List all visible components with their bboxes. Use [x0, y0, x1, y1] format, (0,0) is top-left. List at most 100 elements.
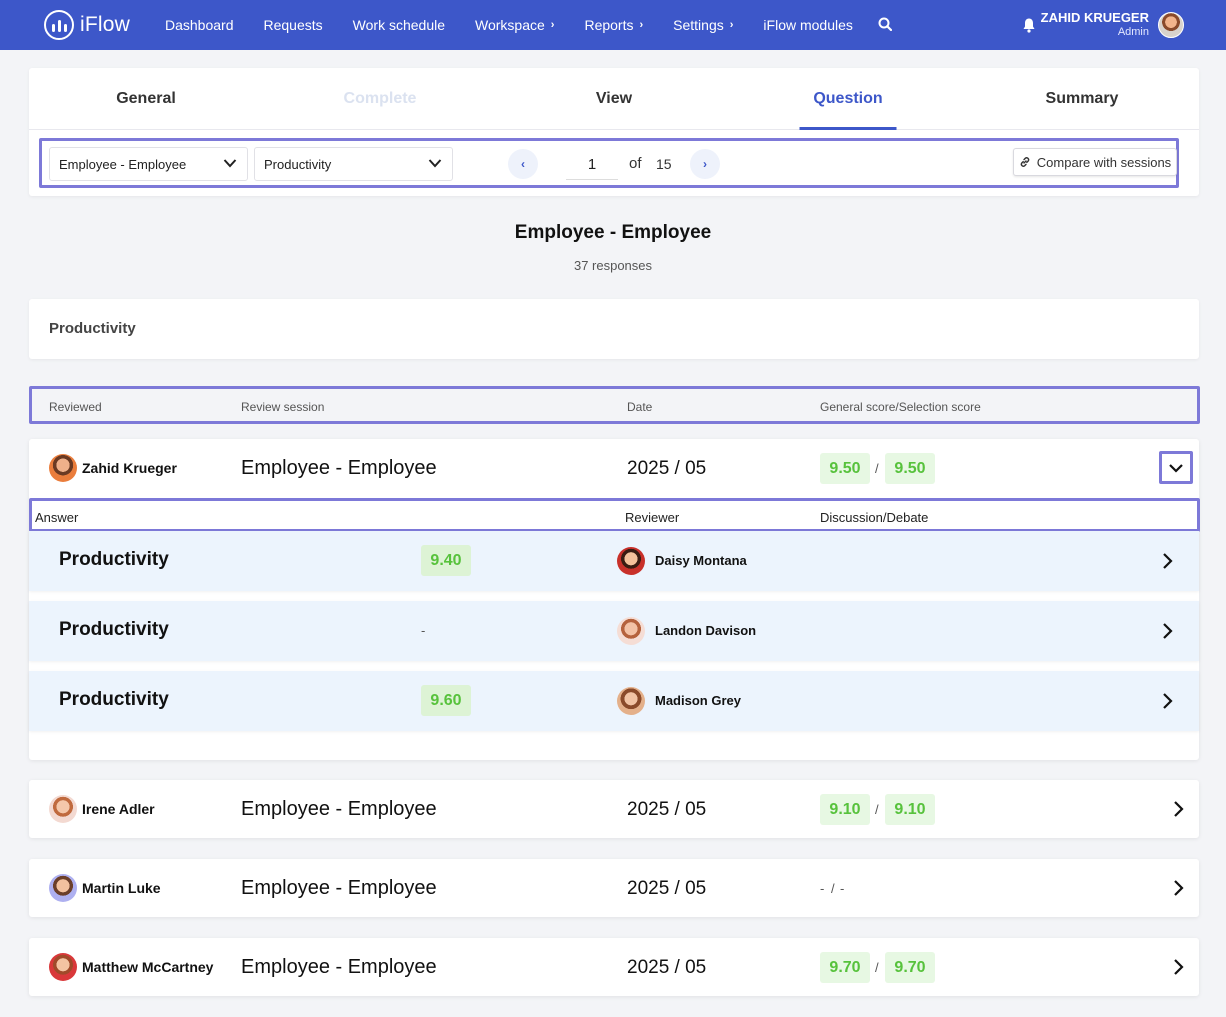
reviewed-name: Martin Luke [82, 880, 161, 896]
nav-requests[interactable]: Requests [264, 17, 323, 33]
table-row[interactable]: Irene Adler Employee - Employee 2025 / 0… [29, 780, 1199, 838]
general-score-badge: 9.50 [820, 453, 870, 484]
answers-header: Answer Reviewer Discussion/Debate [29, 498, 1200, 532]
reviewer-name: Landon Davison [655, 623, 757, 638]
answer-label: Productivity [59, 689, 169, 710]
main-nav: Dashboard Requests Work schedule Workspa… [165, 0, 883, 50]
nav-iflow-modules[interactable]: iFlow modules [763, 17, 852, 33]
avatar [49, 454, 77, 482]
tab-summary[interactable]: Summary [965, 68, 1199, 129]
page-total: 15 [656, 156, 672, 172]
chevron-right-icon: › [703, 157, 707, 171]
question-select[interactable]: Productivity [254, 147, 453, 181]
tabs-card: General Complete View Question Summary E… [29, 68, 1199, 196]
nav-label: Dashboard [165, 17, 234, 33]
score-separator: / [875, 802, 879, 817]
compare-label: Compare with sessions [1036, 154, 1172, 170]
question-toolbar: Employee - Employee Productivity ‹ of 15… [39, 138, 1179, 188]
column-reviewed: Reviewed [49, 400, 102, 414]
collapse-row-button[interactable] [1159, 451, 1193, 484]
nav-label: Work schedule [352, 17, 445, 33]
column-answer: Answer [35, 510, 79, 525]
tab-view[interactable]: View [497, 68, 731, 129]
session-select-value: Employee - Employee [59, 156, 187, 172]
nav-work-schedule[interactable]: Work schedule [353, 17, 445, 33]
reviewer-name: Madison Grey [655, 693, 741, 708]
general-score-badge: 9.70 [820, 952, 870, 983]
chevron-down-icon [428, 159, 442, 168]
chevron-right-icon: › [550, 19, 555, 31]
answer-score-badge: 9.40 [421, 545, 471, 576]
tab-bar: General Complete View Question Summary [29, 68, 1199, 130]
column-review-session: Review session [241, 400, 325, 414]
logo-icon [44, 10, 74, 40]
user-avatar[interactable] [1158, 12, 1184, 38]
column-score: General score/Selection score [820, 400, 981, 414]
selection-score-empty: - [840, 881, 845, 896]
chevron-right-icon [1163, 553, 1173, 569]
nav-dashboard[interactable]: Dashboard [165, 17, 234, 33]
score-separator: / [831, 881, 835, 896]
nav-label: Reports [584, 17, 634, 33]
session-select[interactable]: Employee - Employee [49, 147, 248, 181]
reviewed-name: Zahid Krueger [82, 460, 177, 476]
user-menu[interactable]: ZAHID KRUEGER Admin [1041, 10, 1149, 40]
nav-reports[interactable]: Reports › [584, 17, 643, 33]
table-row[interactable]: Matthew McCartney Employee - Employee 20… [29, 938, 1199, 996]
selection-score-badge: 9.10 [885, 794, 935, 825]
compare-with-sessions-button[interactable]: Compare with sessions [1013, 148, 1177, 176]
chevron-down-icon [223, 159, 237, 168]
link-icon [1020, 157, 1030, 167]
page-of-label: of [629, 155, 642, 172]
app-logo[interactable]: iFlow [44, 10, 130, 40]
nav-settings[interactable]: Settings › [673, 17, 733, 33]
chevron-right-icon[interactable] [1171, 879, 1185, 897]
score-separator: / [875, 461, 879, 476]
chevron-down-icon [1169, 463, 1183, 473]
user-name: ZAHID KRUEGER [1040, 10, 1149, 25]
nav-label: Settings [673, 17, 724, 33]
review-date: 2025 / 05 [627, 878, 707, 899]
chevron-right-icon: › [639, 19, 644, 31]
answer-row[interactable]: Productivity 9.40 Daisy Montana [29, 531, 1199, 591]
selection-score-badge: 9.50 [885, 453, 935, 484]
table-header: Reviewed Review session Date General sco… [29, 386, 1200, 424]
reviewer-avatar [617, 617, 645, 645]
answer-row[interactable]: Productivity - Landon Davison [29, 601, 1199, 661]
table-row[interactable]: Martin Luke Employee - Employee 2025 / 0… [29, 859, 1199, 917]
avatar [49, 874, 77, 902]
chevron-right-icon[interactable] [1171, 958, 1185, 976]
nav-workspace[interactable]: Workspace › [475, 17, 554, 33]
reviewer-name: Daisy Montana [655, 553, 747, 568]
avatar [49, 953, 77, 981]
answer-score-empty: - [421, 623, 426, 638]
question-card: Productivity [29, 299, 1199, 359]
bell-icon[interactable] [1022, 17, 1036, 33]
tab-general[interactable]: General [29, 68, 263, 129]
chevron-right-icon: › [729, 19, 734, 31]
answer-label: Productivity [59, 549, 169, 570]
nav-label: iFlow modules [763, 17, 853, 33]
tab-complete: Complete [343, 89, 417, 107]
selection-score-badge: 9.70 [885, 952, 935, 983]
page-number-input[interactable] [566, 150, 618, 180]
score-separator: / [875, 960, 879, 975]
reviewer-avatar [617, 687, 645, 715]
previous-page-button[interactable]: ‹ [508, 149, 538, 179]
question-select-value: Productivity [264, 156, 332, 172]
tab-question[interactable]: Question [731, 68, 965, 129]
column-reviewer: Reviewer [625, 510, 680, 525]
app-name: iFlow [80, 13, 131, 36]
column-discussion: Discussion/Debate [820, 510, 929, 525]
column-date: Date [627, 400, 653, 414]
answer-score-badge: 9.60 [421, 685, 471, 716]
search-icon[interactable] [878, 17, 892, 31]
chevron-left-icon: ‹ [521, 157, 525, 171]
next-page-button[interactable]: › [690, 149, 720, 179]
answer-row[interactable]: Productivity 9.60 Madison Grey [29, 671, 1199, 731]
user-role: Admin [1117, 26, 1149, 38]
question-title: Productivity [49, 320, 136, 337]
reviewed-name: Matthew McCartney [82, 959, 214, 975]
chevron-right-icon[interactable] [1171, 800, 1185, 818]
general-score-empty: - [820, 881, 825, 896]
